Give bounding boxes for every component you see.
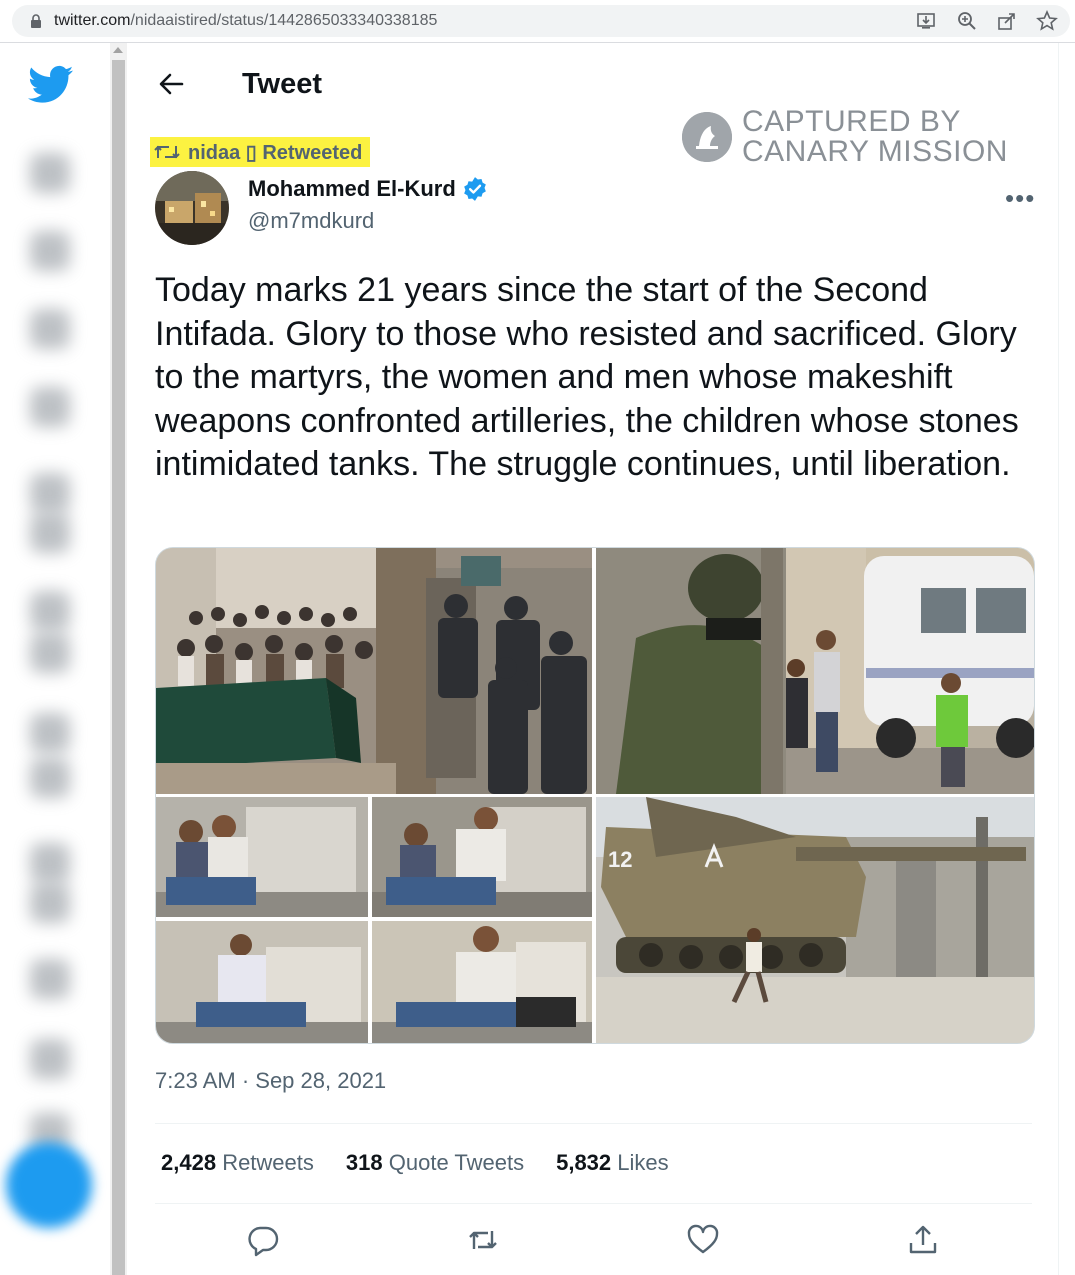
lists-icon[interactable] <box>30 513 70 553</box>
canary-logo-icon <box>682 112 732 162</box>
sidebar-item-icon[interactable] <box>30 959 70 999</box>
stat-count: 5,832 <box>556 1150 612 1175</box>
sidebar-item-icon[interactable] <box>30 713 70 753</box>
address-bar[interactable]: twitter.com/nidaaistired/status/14428650… <box>12 5 1070 37</box>
verified-badge-icon <box>463 177 486 201</box>
profile-icon[interactable] <box>30 591 70 631</box>
explore-icon[interactable] <box>30 231 70 271</box>
lock-icon[interactable] <box>28 13 44 29</box>
left-sidebar <box>0 43 110 1275</box>
likes-stat[interactable]: 5,832 Likes <box>556 1150 669 1176</box>
stat-count: 2,428 <box>161 1150 217 1175</box>
zoom-icon[interactable] <box>956 10 978 32</box>
watermark-line1: CAPTURED BY <box>742 105 961 138</box>
tank-marking: 12 <box>608 847 632 872</box>
retweets-stat[interactable]: 2,428 Retweets <box>161 1150 314 1176</box>
more-options-icon[interactable]: ••• <box>1005 183 1035 214</box>
bookmarks-icon[interactable] <box>30 473 70 513</box>
stat-label: Quote Tweets <box>388 1150 525 1175</box>
watermark-line2: CANARY MISSION <box>742 135 1008 168</box>
divider <box>155 1203 1032 1204</box>
more-icon[interactable] <box>30 633 70 673</box>
page-title: Tweet <box>242 68 323 100</box>
url-path: /nidaaistired/status/1442865033340338185 <box>130 12 438 29</box>
reply-icon[interactable] <box>246 1223 280 1257</box>
stat-label: Likes <box>617 1150 669 1175</box>
tweet-actions <box>208 1223 1048 1259</box>
author-handle[interactable]: @m7mdkurd <box>248 208 374 234</box>
author-name-text: Mohammed El-Kurd <box>248 176 456 201</box>
media-grid: 12 <box>155 547 1035 1044</box>
boy-facing-tank-photo[interactable]: 12 <box>596 797 1034 1043</box>
install-icon[interactable] <box>916 10 938 32</box>
sidebar-item-icon[interactable] <box>30 843 70 883</box>
author-name[interactable]: Mohammed El-Kurd <box>248 176 488 202</box>
soldier-and-stone-throwers-photo[interactable] <box>596 548 1034 794</box>
retweeted-by-banner[interactable]: nidaa ▯ Retweeted <box>150 137 371 167</box>
bookmark-star-icon[interactable] <box>1036 9 1058 32</box>
share-icon[interactable] <box>906 1223 940 1257</box>
scroll-up-arrow-icon[interactable] <box>113 47 123 53</box>
tweet-stats: 2,428 Retweets 318 Quote Tweets 5,832 Li… <box>161 1150 669 1176</box>
sidebar-item-icon[interactable] <box>30 883 70 923</box>
url-text[interactable]: twitter.com/nidaaistired/status/14428650… <box>54 12 437 30</box>
stat-label: Retweets <box>222 1150 314 1175</box>
notifications-icon[interactable] <box>30 309 70 349</box>
tweet-timestamp[interactable]: 7:23 AM · Sep 28, 2021 <box>155 1068 386 1094</box>
url-host: twitter.com <box>54 12 131 29</box>
retweet-icon <box>154 145 180 159</box>
retweet-icon[interactable] <box>466 1223 500 1257</box>
crowd-and-police-photo[interactable] <box>156 548 592 794</box>
father-and-son-sequence-photo[interactable] <box>156 797 592 1043</box>
twitter-bird-icon[interactable] <box>28 65 74 105</box>
browser-toolbar: twitter.com/nidaaistired/status/14428650… <box>0 0 1075 43</box>
divider <box>155 1123 1032 1124</box>
sidebar-item-icon[interactable] <box>30 1039 70 1079</box>
back-arrow-icon[interactable] <box>156 69 186 99</box>
scrollbar-thumb[interactable] <box>112 60 125 1275</box>
avatar[interactable] <box>155 171 229 245</box>
tweet-text: Today marks 21 years since the start of … <box>155 271 1019 483</box>
sidebar-item-icon[interactable] <box>30 758 70 798</box>
stat-count: 318 <box>345 1150 383 1175</box>
main-column: Tweet CAPTURED BY CANARY MISSION nidaa ▯ … <box>128 43 1059 1275</box>
home-icon[interactable] <box>30 153 70 193</box>
share-icon[interactable] <box>996 10 1018 32</box>
like-icon[interactable] <box>686 1223 720 1257</box>
quote-tweets-stat[interactable]: 318 Quote Tweets <box>346 1150 524 1176</box>
compose-tweet-button[interactable] <box>6 1142 92 1228</box>
messages-icon[interactable] <box>30 387 70 427</box>
retweeted-by-text: nidaa ▯ Retweeted <box>188 141 363 164</box>
